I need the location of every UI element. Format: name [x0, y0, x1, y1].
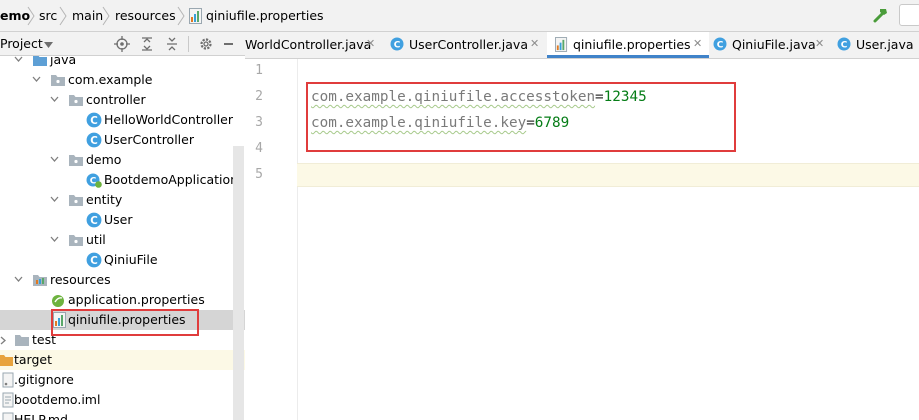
chevron-down-icon[interactable]	[14, 276, 23, 282]
gear-icon[interactable]	[198, 36, 214, 52]
breadcrumb-project[interactable]: emo	[0, 8, 30, 23]
chevron-right-icon	[59, 6, 67, 26]
spring-properties-icon	[52, 295, 64, 307]
chevron-down-icon[interactable]	[50, 156, 59, 162]
build-hammer-icon[interactable]	[872, 6, 890, 24]
highlight-box-code	[306, 82, 736, 152]
expand-all-icon[interactable]	[139, 36, 155, 52]
tree-item-user[interactable]: C User	[0, 210, 245, 230]
project-tree: java com.example controller C HelloWorld…	[0, 56, 245, 420]
svg-text:C: C	[717, 41, 724, 51]
svg-text:C: C	[90, 215, 98, 227]
gutter-divider	[297, 59, 298, 420]
tree-item-gitignore[interactable]: .gitignore	[0, 370, 245, 390]
tree-scrollbar[interactable]	[233, 146, 244, 420]
properties-file-icon	[555, 37, 568, 52]
folder-icon	[0, 355, 13, 366]
tree-item-entity[interactable]: entity	[0, 190, 245, 210]
toolbar-divider	[188, 36, 189, 52]
locate-crosshair-icon[interactable]	[114, 36, 130, 52]
svg-text:C: C	[90, 255, 98, 267]
folder-icon	[15, 335, 29, 346]
run-config-selector[interactable]	[899, 4, 919, 26]
project-panel-header: Project	[0, 32, 245, 56]
tree-item-resources[interactable]: resources	[0, 270, 245, 290]
tree-item-java[interactable]: java	[0, 56, 245, 70]
folder-icon	[33, 56, 47, 66]
tree-item-usercontroller[interactable]: C UserController	[0, 130, 245, 150]
class-icon: C	[390, 37, 404, 51]
chevron-right-icon[interactable]	[0, 336, 6, 345]
tree-item-util[interactable]: util	[0, 230, 245, 250]
line-number: 5	[255, 167, 263, 182]
collapse-all-icon[interactable]	[164, 36, 180, 52]
tree-item-bootdemo-iml[interactable]: bootdemo.iml	[0, 390, 245, 410]
chevron-right-icon	[27, 6, 35, 26]
tree-item-application-properties[interactable]: application.properties	[0, 290, 245, 310]
svg-text:C: C	[841, 41, 848, 51]
minimize-icon[interactable]	[224, 43, 233, 45]
chevron-down-icon[interactable]	[32, 76, 41, 82]
class-icon: C	[86, 212, 102, 228]
tree-item-com-example[interactable]: com.example	[0, 70, 245, 90]
class-icon: C	[837, 37, 851, 51]
package-icon	[51, 75, 65, 86]
close-icon[interactable]: ✕	[366, 37, 375, 50]
line-number: 3	[255, 115, 263, 130]
class-icon: C	[713, 37, 727, 51]
tree-item-controller[interactable]: controller	[0, 90, 245, 110]
line-number: 1	[255, 63, 263, 78]
package-icon	[69, 235, 83, 246]
tab-usercontroller[interactable]: C UserController.java ✕	[390, 32, 545, 58]
tab-user-java[interactable]: C User.java	[837, 32, 919, 58]
properties-file-icon	[189, 8, 202, 24]
dropdown-arrow-icon[interactable]	[44, 42, 53, 48]
tree-item-helloworldcontroller[interactable]: C HelloWorldController	[0, 110, 245, 130]
class-icon: C	[86, 252, 102, 268]
line-number: 2	[255, 89, 263, 104]
chevron-down-icon[interactable]	[50, 236, 59, 242]
highlight-box-tree	[51, 309, 199, 336]
tree-item-bootdemoapplication[interactable]: C BootdemoApplication	[0, 170, 245, 190]
close-icon[interactable]: ✕	[693, 37, 702, 50]
chevron-down-icon[interactable]	[50, 96, 59, 102]
line-number: 4	[255, 141, 263, 156]
package-icon	[69, 155, 83, 166]
breadcrumb-main[interactable]: main	[72, 8, 103, 23]
chevron-down-icon[interactable]	[14, 56, 23, 62]
svg-text:C: C	[90, 135, 98, 147]
chevron-right-icon	[177, 6, 185, 26]
tree-item-qiniufile[interactable]: C QiniuFile	[0, 250, 245, 270]
project-panel-title[interactable]: Project	[0, 36, 43, 51]
line-gutter: 1 2 3 4 5	[245, 59, 297, 420]
svg-text:C: C	[90, 115, 98, 127]
navigation-bar: emo src main resources qiniufile.propert…	[0, 0, 919, 32]
editor-tabs: WorldController.java ✕ C UserController.…	[245, 32, 919, 59]
chevron-down-icon[interactable]	[50, 196, 59, 202]
chevron-right-icon	[102, 6, 110, 26]
caret-line-highlight	[297, 163, 919, 187]
tab-qiniufile-java[interactable]: C QiniuFile.java ✕	[711, 32, 831, 58]
close-icon[interactable]: ✕	[530, 37, 539, 50]
breadcrumb-src[interactable]: src	[39, 8, 57, 23]
svg-text:C: C	[394, 41, 401, 51]
toolbar-actions	[864, 4, 919, 28]
tab-qiniufile-properties[interactable]: qiniufile.properties ✕	[547, 32, 709, 58]
close-icon[interactable]: ✕	[815, 37, 824, 50]
class-icon: C	[86, 132, 102, 148]
tree-item-demo[interactable]: demo	[0, 150, 245, 170]
breadcrumb-file[interactable]: qiniufile.properties	[206, 8, 324, 23]
tab-worldcontroller[interactable]: WorldController.java ✕	[245, 32, 383, 58]
spring-class-icon: C	[86, 173, 102, 188]
tree-item-help-md[interactable]: HELP.md	[0, 410, 245, 420]
tree-item-target[interactable]: target	[0, 350, 245, 370]
package-icon	[69, 95, 83, 106]
resources-folder-icon	[33, 275, 47, 286]
breadcrumb-resources[interactable]: resources	[115, 8, 176, 23]
class-icon: C	[86, 112, 102, 128]
package-icon	[69, 195, 83, 206]
